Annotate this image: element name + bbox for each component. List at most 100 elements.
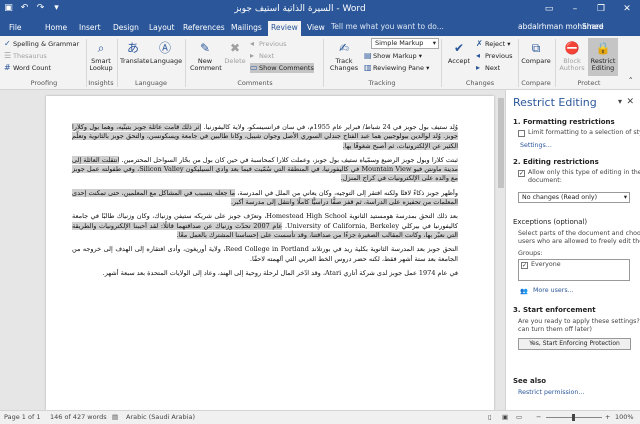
separator — [117, 39, 118, 87]
print-layout-icon[interactable]: ▣ — [502, 411, 508, 424]
allow-editing-checkbox[interactable]: ✓ — [518, 170, 525, 177]
smart-lookup-icon: ⌕ — [97, 41, 105, 55]
start-enforcing-button[interactable]: Yes, Start Enforcing Protection — [518, 338, 631, 350]
changes-next-button[interactable]: ▸ Next — [476, 63, 500, 73]
status-bar: Page 1 of 1 146 of 427 words ▤ Arabic (S… — [0, 410, 640, 424]
reject-button[interactable]: ✗ Reject ▾ — [476, 39, 511, 49]
new-comment-button[interactable]: ✎ New Comment — [190, 40, 222, 72]
scrollbar-thumb[interactable] — [498, 98, 504, 188]
group-label-compare: Compare — [521, 79, 551, 87]
restore-button[interactable]: ❐ — [588, 0, 614, 19]
ribbon-display-icon[interactable]: ▭ — [536, 0, 562, 19]
show-comments-icon: ▭ — [250, 63, 258, 72]
changes-previous-button[interactable]: ◂ Previous — [476, 51, 512, 61]
zoom-level[interactable]: 100% — [615, 411, 634, 424]
tab-mailings[interactable]: Mailings — [228, 21, 265, 34]
group-label-proofing: Proofing — [30, 79, 58, 87]
undo-icon[interactable]: ↶ — [19, 3, 30, 14]
more-users-link[interactable]: More users... — [533, 287, 574, 294]
restrict-editing-button[interactable]: 🔒 Restrict Editing — [588, 38, 618, 76]
word-count[interactable]: 146 of 427 words — [50, 411, 107, 424]
restrict-permission-link[interactable]: Restrict permission... — [518, 389, 584, 396]
everyone-checkbox[interactable]: ✓ — [521, 262, 528, 269]
accept-icon: ✔ — [453, 41, 465, 55]
editing-type-select[interactable]: No changes (Read only) ▾ — [518, 192, 630, 203]
separator — [323, 39, 324, 87]
next-comment-button[interactable]: ▸ Next — [250, 51, 274, 61]
previous-comment-button[interactable]: ◂ Previous — [250, 39, 286, 49]
tab-references[interactable]: References — [180, 21, 228, 34]
tab-review[interactable]: Review — [268, 21, 301, 36]
word-count-icon: # — [4, 63, 11, 72]
translate-button[interactable]: あ Translate — [120, 40, 150, 65]
paragraph: التحق جوبز بعد المدرسة الثانوية بكلية ري… — [72, 245, 458, 263]
paragraph: وأظهر جوبز ذكاءً لافتًا ولكنه افتقر إلى … — [72, 188, 459, 207]
close-button[interactable]: ✕ — [614, 0, 640, 19]
restrict-editing-pane: Restrict Editing ▾ ✕ 1. Formatting restr… — [505, 90, 640, 410]
show-comments-button[interactable]: ▭Show Comments — [250, 63, 314, 73]
customize-qat-icon[interactable]: ▾ — [51, 3, 62, 14]
proofing-icon[interactable]: ▤ — [112, 411, 118, 424]
limit-formatting-checkbox[interactable] — [518, 130, 525, 137]
redo-icon[interactable]: ↷ — [35, 3, 46, 14]
group-label-comments: Comments — [237, 79, 273, 87]
word-count-button[interactable]: # Word Count — [4, 63, 51, 73]
read-mode-icon[interactable]: ▯ — [488, 411, 492, 424]
reviewing-pane-button[interactable]: ▥Reviewing Pane ▾ — [364, 63, 429, 73]
show-markup-icon: ▤ — [364, 51, 372, 60]
smart-lookup-button[interactable]: ⌕ Smart Lookup — [88, 40, 114, 72]
tab-insert[interactable]: Insert — [76, 21, 104, 34]
tab-file[interactable]: File — [6, 21, 25, 34]
settings-link[interactable]: Settings... — [520, 142, 552, 149]
document-body[interactable]: وُلِد ستيف بول جوبز في 24 شباط/ فبراير ع… — [72, 123, 458, 283]
exceptions-heading: Exceptions (optional) — [513, 218, 588, 226]
page-count[interactable]: Page 1 of 1 — [4, 411, 40, 424]
display-for-review-dropdown[interactable]: Simple Markup ▾ — [371, 38, 439, 49]
zoom-out-icon[interactable]: − — [536, 411, 541, 424]
translate-icon: あ — [126, 41, 139, 55]
accept-button[interactable]: ✔ Accept — [446, 40, 472, 65]
tab-view[interactable]: View — [304, 21, 328, 34]
web-layout-icon[interactable]: ▭ — [516, 411, 522, 424]
zoom-in-icon[interactable]: + — [605, 411, 610, 424]
paragraph: وُلِد ستيف بول جوبز في 24 شباط/ فبراير ع… — [72, 123, 458, 150]
language-button[interactable]: Ⓐ Language — [150, 40, 182, 65]
tab-design[interactable]: Design — [110, 21, 142, 34]
collapse-ribbon-icon[interactable]: ⌃ — [628, 76, 633, 85]
spelling-grammar-button[interactable]: ✓ Spelling & Grammar — [4, 39, 79, 49]
exceptions-text: Select parts of the document and choose — [518, 230, 640, 237]
delete-comment-button[interactable]: ✖ Delete — [222, 40, 248, 65]
minimize-button[interactable]: – — [562, 0, 588, 19]
save-icon[interactable]: ▣ — [3, 3, 14, 14]
separator — [185, 39, 186, 87]
language-status[interactable]: Arabic (Saudi Arabia) — [126, 411, 195, 424]
allow-editing-label-2: document: — [528, 177, 562, 184]
show-markup-button[interactable]: ▤Show Markup ▾ — [364, 51, 422, 61]
tab-layout[interactable]: Layout — [146, 21, 178, 34]
document-page[interactable]: وُلِد ستيف بول جوبز في 24 شباط/ فبراير ع… — [46, 96, 494, 410]
tell-me-input[interactable]: Tell me what you want to do... — [331, 22, 444, 31]
previous-change-icon: ◂ — [476, 51, 481, 60]
enforcement-text-2: can turn them off later) — [518, 326, 592, 333]
pane-title: Restrict Editing — [513, 96, 597, 109]
previous-comment-icon: ◂ — [250, 39, 255, 48]
track-changes-icon: ✍ — [338, 41, 350, 55]
thesaurus-button[interactable]: ☰ Thesaurus — [4, 51, 47, 61]
compare-button[interactable]: ⧉ Compare — [521, 40, 551, 65]
lock-icon: 🔒 — [595, 41, 611, 55]
paragraph: ثبتت كلارا وبول جوبز الرضيع وسمّياه ستيف… — [72, 155, 458, 183]
chevron-down-icon: ▾ — [623, 194, 627, 201]
language-icon: Ⓐ — [158, 41, 171, 55]
tab-home[interactable]: Home — [42, 21, 70, 34]
track-changes-button[interactable]: ✍ Track Changes — [327, 40, 361, 72]
limit-formatting-label: Limit formatting to a selection of styl — [528, 129, 640, 136]
close-icon[interactable]: ✕ — [626, 97, 634, 107]
everyone-label: Everyone — [531, 261, 561, 268]
thesaurus-icon: ☰ — [4, 51, 12, 60]
block-authors-button[interactable]: ⛔ Block Authors — [558, 40, 586, 72]
zoom-slider-knob[interactable] — [572, 414, 575, 421]
vertical-scrollbar[interactable] — [497, 90, 505, 410]
pane-options-icon[interactable]: ▾ — [618, 97, 622, 106]
group-label-insights: Insights — [88, 79, 114, 87]
share-button[interactable]: Share — [582, 22, 604, 31]
